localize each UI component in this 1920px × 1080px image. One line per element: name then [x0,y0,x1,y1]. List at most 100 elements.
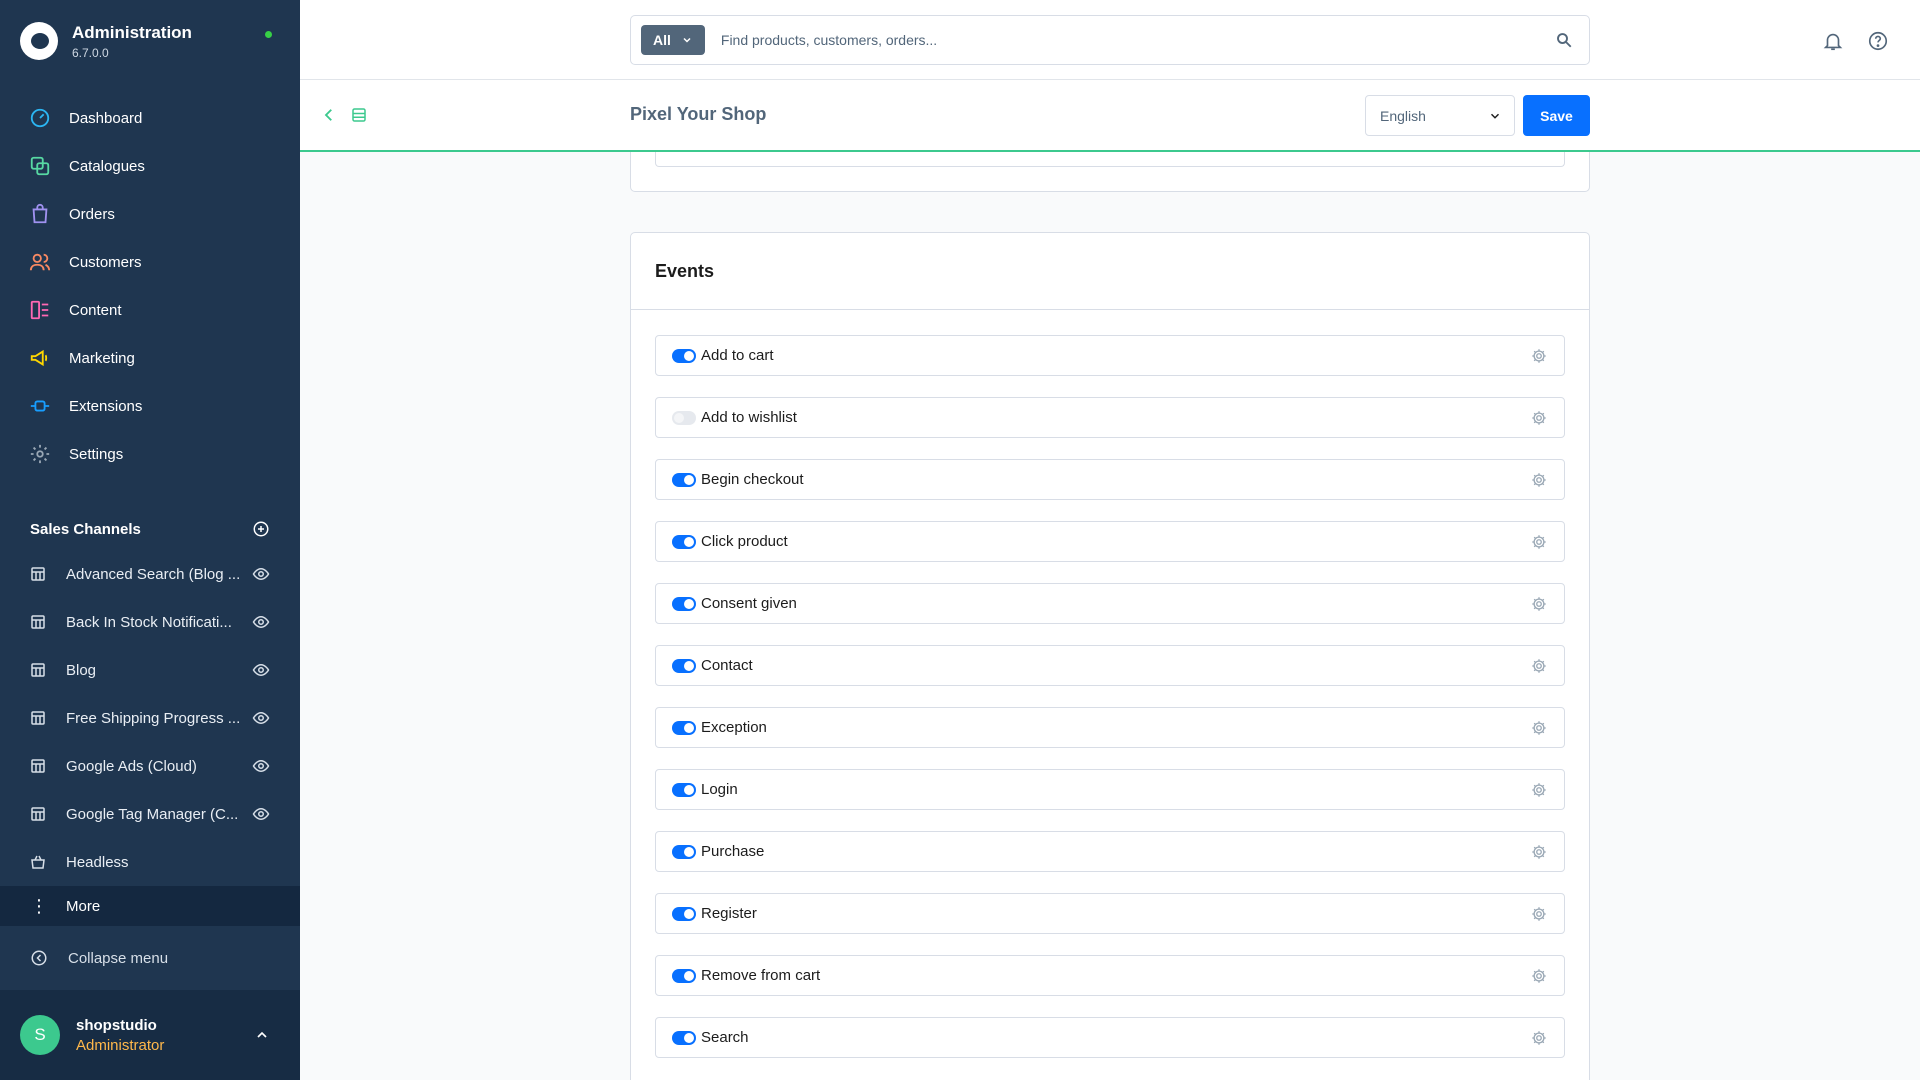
sales-channel-item[interactable]: Google Tag Manager (C... [0,790,300,838]
eye-icon[interactable] [252,709,270,727]
sidebar: Administration 6.7.0.0 Dashboard Catalog… [0,0,300,1080]
collapse-icon [31,950,47,966]
event-toggle[interactable] [672,410,696,425]
event-row: Search [655,1017,1565,1058]
user-name: shopstudio [76,1016,157,1034]
catalogue-icon [30,156,50,176]
storefront-icon [31,663,45,677]
sales-channel-item[interactable]: Advanced Search (Blog ... [0,550,300,598]
add-sales-channel-icon[interactable] [252,520,270,538]
event-label: Purchase [701,843,765,860]
event-row: Consent given [655,583,1565,624]
event-toggle[interactable] [672,348,696,363]
search-type-label: All [653,32,671,48]
sales-channel-label: Back In Stock Notificati... [66,613,232,631]
gear-icon[interactable] [1530,347,1548,365]
bell-icon[interactable] [1822,30,1844,52]
brand[interactable]: Administration 6.7.0.0 [20,22,192,60]
search-icon[interactable] [1555,31,1573,49]
sales-channel-item[interactable]: Blog [0,646,300,694]
event-label: Add to wishlist [701,409,797,426]
gear-icon[interactable] [1530,533,1548,551]
gear-icon[interactable] [1530,409,1548,427]
previous-card [630,152,1590,192]
event-label: Remove from cart [701,967,821,984]
chevron-down-icon [1490,113,1500,119]
global-search: All [630,15,1590,65]
user-menu[interactable]: S shopstudio Administrator [0,990,300,1080]
event-row: Exception [655,707,1565,748]
gear-icon[interactable] [1530,1029,1548,1047]
sales-channel-item[interactable]: Back In Stock Notificati... [0,598,300,646]
event-label: Begin checkout [701,471,804,488]
event-label: Add to cart [701,347,774,364]
help-icon[interactable] [1867,30,1889,52]
gear-icon[interactable] [1530,471,1548,489]
event-row: Click product [655,521,1565,562]
sales-channel-item[interactable]: Free Shipping Progress ... [0,694,300,742]
storefront-icon [31,711,45,725]
gear-icon[interactable] [1530,781,1548,799]
eye-icon[interactable] [252,757,270,775]
language-select[interactable]: English [1365,95,1515,136]
save-button[interactable]: Save [1523,95,1590,136]
gear-icon[interactable] [1530,719,1548,737]
event-toggle[interactable] [672,968,696,983]
eye-icon[interactable] [252,805,270,823]
event-toggle[interactable] [672,782,696,797]
back-arrow-icon[interactable] [320,106,338,124]
event-toggle[interactable] [672,658,696,673]
list-icon[interactable] [350,106,368,124]
sales-channels-title: Sales Channels [30,520,141,538]
event-toggle[interactable] [672,534,696,549]
chevron-up-icon[interactable] [254,1027,270,1043]
gear-icon[interactable] [1530,905,1548,923]
event-toggle[interactable] [672,596,696,611]
more-vertical-icon: ⋮ [30,896,48,916]
event-toggle[interactable] [672,1030,696,1045]
eye-icon[interactable] [252,613,270,631]
eye-icon[interactable] [252,565,270,583]
event-row: Login [655,769,1565,810]
sales-channel-item[interactable]: Headless [0,838,300,886]
search-type-select[interactable]: All [641,25,705,55]
collapse-menu-button[interactable]: Collapse menu [0,938,300,978]
nav-item-orders[interactable]: Orders [0,190,300,238]
nav-item-dashboard[interactable]: Dashboard [0,94,300,142]
storefront-icon [31,567,45,581]
event-toggle[interactable] [672,906,696,921]
more-menu-item[interactable]: ⋮ More [0,886,300,926]
event-row: Contact [655,645,1565,686]
gear-icon[interactable] [1530,595,1548,613]
chevron-down-icon [683,37,691,43]
nav-item-catalogues[interactable]: Catalogues [0,142,300,190]
storefront-icon [31,807,45,821]
nav-item-customers[interactable]: Customers [0,238,300,286]
event-toggle[interactable] [672,844,696,859]
event-label: Register [701,905,757,922]
app-version: 6.7.0.0 [72,45,109,60]
gear-icon[interactable] [1530,843,1548,861]
nav-item-content[interactable]: Content [0,286,300,334]
dashboard-icon [30,108,50,128]
settings-icon [30,444,50,464]
nav-item-marketing[interactable]: Marketing [0,334,300,382]
event-label: Search [701,1029,749,1046]
nav-item-settings[interactable]: Settings [0,430,300,478]
extensions-icon [30,400,50,412]
event-toggle[interactable] [672,720,696,735]
nav-label: Catalogues [69,157,145,175]
sales-channel-item[interactable]: Google Ads (Cloud) [0,742,300,790]
events-card: Events Add to cart Add to wishlist Begin c… [630,232,1590,1080]
storefront-icon [31,759,45,773]
eye-icon[interactable] [252,661,270,679]
nav-item-extensions[interactable]: Extensions [0,382,300,430]
language-value: English [1380,107,1426,124]
gear-icon[interactable] [1530,657,1548,675]
events-card-header: Events [631,233,1589,310]
search-input[interactable] [720,32,1555,48]
event-label: Contact [701,657,753,674]
gear-icon[interactable] [1530,967,1548,985]
user-role: Administrator [76,1036,165,1054]
event-toggle[interactable] [672,472,696,487]
